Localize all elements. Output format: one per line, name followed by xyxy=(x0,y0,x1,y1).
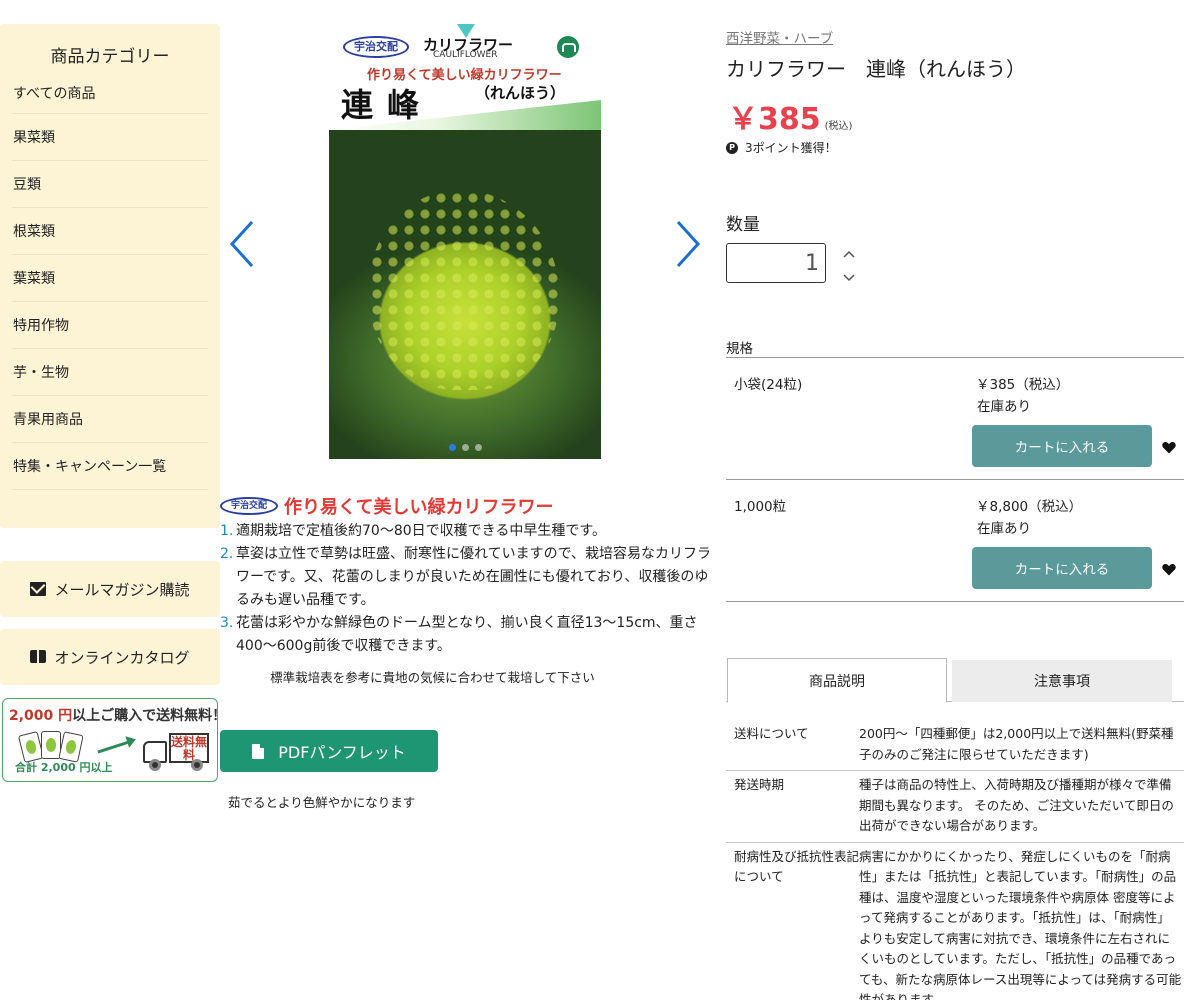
category-item-produce[interactable]: 青果用商品 xyxy=(12,396,208,443)
chevron-down-icon xyxy=(843,274,855,282)
category-item-all[interactable]: すべての商品 xyxy=(12,72,208,114)
variant-table: 小袋(24粒) ￥385（税込） 在庫あり カートに入れる 1,000粒 ￥8,… xyxy=(726,357,1184,602)
product-price: ￥385 (税込) xyxy=(728,94,852,138)
pdf-brochure-label: PDFパンフレット xyxy=(278,743,406,762)
pdf-file-icon xyxy=(252,743,265,759)
favorite-button[interactable] xyxy=(1162,561,1176,576)
quantity-stepper xyxy=(842,246,856,286)
product-info-tabs: 商品説明 注意事項 xyxy=(726,658,1184,703)
points-icon: P xyxy=(726,141,738,154)
category-item-fruit-vegetables[interactable]: 果菜類 xyxy=(12,114,208,161)
variant-name: 小袋(24粒) xyxy=(734,377,803,393)
shipping-text: 以上ご購入で送料無料！ xyxy=(72,708,227,724)
shipping-subtext: 合計 2,000 円以上 xyxy=(15,761,113,774)
product-description: 宇治交配 作り易くて美しい緑カリフラワー 1. 適期栽培で定植後約70〜80日で収… xyxy=(220,494,715,686)
price-tax-note: (税込) xyxy=(824,121,853,132)
favorite-button[interactable] xyxy=(1162,439,1176,454)
points-info: P 3ポイント獲得！ xyxy=(726,139,837,156)
description-catchphrase: 作り易くて美しい緑カリフラワー xyxy=(284,497,554,518)
category-item-campaigns[interactable]: 特集・キャンペーン一覧 xyxy=(12,443,208,490)
feature-item: 3. 花蕾は彩やかな鮮緑色のドーム型となり、揃い良く直径13〜15cm、重さ400… xyxy=(220,615,698,654)
points-label: 3ポイント獲得！ xyxy=(745,141,837,155)
feature-item: 1. 適期栽培で定植後約70〜80日で収穫できる中早生種です。 xyxy=(220,523,606,539)
carousel-dots xyxy=(329,444,601,451)
heart-icon xyxy=(1162,564,1176,576)
uji-hybrid-badge-small: 宇治交配 xyxy=(220,497,278,515)
product-image-carousel[interactable]: 宇治交配 カリフラワー CAULIFLOWER 作り易くて美しい緑カリフラワー … xyxy=(329,24,601,459)
feature-list: 1. 適期栽培で定植後約70〜80日で収穫できる中早生種です。 2. 草姿は立性で草… xyxy=(220,520,715,658)
book-icon xyxy=(30,650,47,664)
category-item-beans[interactable]: 豆類 xyxy=(12,161,208,208)
mail-icon xyxy=(30,582,47,596)
info-key: 送料について xyxy=(734,726,809,741)
info-value: 病害にかかりにくかったり、発症しにくいものを「耐病性」または「抵抗性」と表記して… xyxy=(859,848,1182,1000)
online-catalog-button[interactable]: オンラインカタログ xyxy=(0,629,220,685)
quantity-input[interactable] xyxy=(726,243,826,283)
cultivation-note: 標準栽培表を参考に貴地の気候に合わせて栽培して下さい xyxy=(270,670,595,685)
category-list: すべての商品 果菜類 豆類 根菜類 葉菜類 特用作物 芋・生物 青果用商品 特集… xyxy=(0,72,220,490)
packet-title: 連峰 xyxy=(341,86,434,124)
info-row: 耐病性及び抵抗性表記について 病害にかかりにくかったり、発症しにくいものを「耐病… xyxy=(726,843,1184,1000)
chevron-up-icon xyxy=(843,250,855,258)
carousel-dot-3[interactable] xyxy=(474,444,482,451)
seed-packet-header: 宇治交配 カリフラワー CAULIFLOWER 作り易くて美しい緑カリフラワー … xyxy=(329,24,601,130)
product-title: カリフラワー 連峰（れんほう） xyxy=(726,57,1026,81)
packet-reading: （れんほう） xyxy=(475,84,566,102)
packet-name-en: CAULIFLOWER xyxy=(433,50,498,60)
heart-icon xyxy=(1162,442,1176,454)
variant-label: 規格 xyxy=(726,341,753,357)
variant-price: ￥8,800（税込） xyxy=(976,499,1083,515)
chevron-right-icon xyxy=(676,220,701,268)
variant-row: 1,000粒 ￥8,800（税込） 在庫あり カートに入れる xyxy=(726,480,1184,602)
cauliflower-photo xyxy=(329,130,601,459)
price-value: ￥385 xyxy=(728,102,821,137)
category-item-leaf-vegetables[interactable]: 葉菜類 xyxy=(12,255,208,302)
quantity-label: 数量 xyxy=(726,215,760,235)
free-shipping-banner[interactable]: 2,000 円以上ご購入で送料無料！ 送料無料 合計 2,000 円以上 xyxy=(2,698,226,782)
boiling-note: 茹でるとより色鮮やかになります xyxy=(228,795,416,810)
brand-logo-icon xyxy=(557,36,579,58)
breadcrumb-category-link[interactable]: 西洋野菜・ハーブ xyxy=(726,27,833,47)
pdf-brochure-button[interactable]: PDFパンフレット xyxy=(220,730,438,772)
prev-slide-button[interactable] xyxy=(228,220,256,268)
add-to-cart-button[interactable]: カートに入れる xyxy=(972,547,1152,589)
variant-row: 小袋(24粒) ￥385（税込） 在庫あり カートに入れる xyxy=(726,358,1184,480)
info-key: 発送時期 xyxy=(734,777,785,792)
variant-name: 1,000粒 xyxy=(734,499,787,515)
info-key: 耐病性及び抵抗性表記について xyxy=(734,848,860,885)
info-table: 送料について 200円〜「四種郵便」は2,000円以上で送料無料(野菜種子のみの… xyxy=(726,720,1184,1000)
category-item-root-vegetables[interactable]: 根菜類 xyxy=(12,208,208,255)
category-title: 商品カテゴリー xyxy=(50,47,170,67)
arrow-icon xyxy=(97,739,133,754)
chevron-left-icon xyxy=(229,220,254,268)
tab-precautions[interactable]: 注意事項 xyxy=(952,660,1172,702)
info-value: 種子は商品の特性上、入荷時期及び播種期が様々で準備期間も異なります。 そのため、… xyxy=(859,777,1174,833)
online-catalog-label: オンラインカタログ xyxy=(54,648,190,667)
feature-item: 2. 草姿は立性で草勢は旺盛、耐寒性に優れていますので、栽培容易なカリフラワーです… xyxy=(220,546,712,608)
info-row: 発送時期 種子は商品の特性上、入荷時期及び播種期が様々で準備期間も異なります。 … xyxy=(726,771,1184,843)
carousel-dot-1[interactable] xyxy=(448,444,456,451)
carousel-dot-2[interactable] xyxy=(461,444,469,451)
truck-icon: 送料無料 xyxy=(143,733,213,771)
category-sidebar: 商品カテゴリー すべての商品 果菜類 豆類 根菜類 葉菜類 特用作物 芋・生物 … xyxy=(0,24,220,528)
variant-stock: 在庫あり xyxy=(977,399,1031,415)
tab-product-description[interactable]: 商品説明 xyxy=(727,658,947,703)
next-slide-button[interactable] xyxy=(674,220,702,268)
variant-stock: 在庫あり xyxy=(977,521,1031,537)
add-to-cart-button[interactable]: カートに入れる xyxy=(972,425,1152,467)
category-item-special-crops[interactable]: 特用作物 xyxy=(12,302,208,349)
category-item-potatoes[interactable]: 芋・生物 xyxy=(12,349,208,396)
quantity-increment-button[interactable] xyxy=(842,246,856,260)
info-value: 200円〜「四種郵便」は2,000円以上で送料無料(野菜種子のみのご発注に限らせ… xyxy=(859,726,1174,762)
quantity-decrement-button[interactable] xyxy=(842,270,856,284)
newsletter-label: メールマガジン購読 xyxy=(54,580,190,599)
truck-label: 送料無料 xyxy=(169,733,209,763)
variant-price: ￥385（税込） xyxy=(976,377,1070,393)
info-row: 送料について 200円〜「四種郵便」は2,000円以上で送料無料(野菜種子のみの… xyxy=(726,720,1184,771)
newsletter-button[interactable]: メールマガジン購読 xyxy=(0,561,220,617)
shipping-amount: 2,000 円 xyxy=(9,708,73,724)
uji-hybrid-badge: 宇治交配 xyxy=(343,36,409,58)
